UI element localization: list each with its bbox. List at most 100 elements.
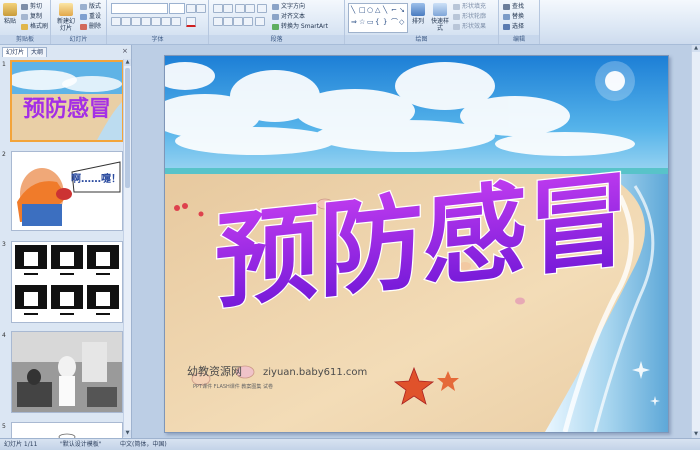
shape-option[interactable]: ↘ xyxy=(399,6,407,14)
slide-thumbnail-3[interactable] xyxy=(11,241,123,323)
cursor-icon xyxy=(503,23,510,30)
thumb2-image: 啊……嚏！ xyxy=(12,152,122,230)
slide-thumbnail-4[interactable] xyxy=(11,331,123,413)
thumb1-image: 预防感冒 xyxy=(12,62,122,140)
slide-number: 1 xyxy=(2,61,6,68)
replace-icon xyxy=(503,13,510,20)
paste-button[interactable]: 粘贴 xyxy=(2,3,18,25)
smartart-button[interactable]: 转换为 SmartArt xyxy=(272,23,328,31)
layout-icon xyxy=(80,3,87,10)
scroll-up-icon[interactable]: ▲ xyxy=(692,45,700,52)
smartart-icon xyxy=(272,23,279,30)
decrease-indent-icon[interactable] xyxy=(235,4,245,13)
close-pane-icon[interactable]: × xyxy=(122,48,128,55)
shape-option[interactable]: △ xyxy=(375,6,383,14)
replace-button[interactable]: 替换 xyxy=(503,13,524,21)
slide-thumbnail-2[interactable]: 啊……嚏！ xyxy=(11,151,123,231)
copy-button[interactable]: 复制 xyxy=(21,13,42,21)
shape-option[interactable]: ╲ xyxy=(351,6,359,14)
effects-icon xyxy=(453,23,460,30)
pen-icon xyxy=(453,13,460,20)
tab-slides[interactable]: 幻灯片 xyxy=(2,47,29,57)
shape-option[interactable]: { xyxy=(375,18,383,26)
bullets-icon[interactable] xyxy=(213,4,223,13)
align-center-icon[interactable] xyxy=(223,17,233,26)
select-button[interactable]: 选择 xyxy=(503,23,524,31)
paragraph-group: 文字方向 对齐文本 转换为 SmartArt 段落 xyxy=(209,0,345,44)
theme-name: "默认设计模板" xyxy=(60,441,102,448)
justify-icon[interactable] xyxy=(243,17,253,26)
shape-option[interactable]: □ xyxy=(359,6,367,14)
thumbnails-scrollbar[interactable]: ▲ ▼ xyxy=(123,59,131,437)
strikethrough-icon[interactable] xyxy=(141,17,151,26)
editor-scrollbar[interactable]: ▲ ▼ xyxy=(691,45,700,438)
find-button[interactable]: 查找 xyxy=(503,3,524,11)
tab-outline[interactable]: 大纲 xyxy=(27,47,48,57)
current-slide[interactable]: 预防感冒 幼教资源网 ziyuan.baby611.com PPT课件 FLAS… xyxy=(164,55,669,433)
line-spacing-icon[interactable] xyxy=(257,4,267,13)
shape-outline-button[interactable]: 形状轮廓 xyxy=(453,13,486,21)
shape-fill-button[interactable]: 形状填充 xyxy=(453,3,486,11)
shape-option[interactable]: ⇒ xyxy=(351,18,359,26)
layout-button[interactable]: 版式 xyxy=(80,3,101,11)
text-direction-button[interactable]: 文字方向 xyxy=(272,3,305,11)
reset-button[interactable]: 重设 xyxy=(80,13,101,21)
reset-icon xyxy=(80,13,87,20)
spacing-icon[interactable] xyxy=(161,17,171,26)
scroll-down-icon[interactable]: ▼ xyxy=(124,430,131,437)
editing-group: 查找 替换 选择 编辑 xyxy=(499,0,540,44)
fill-bucket-icon xyxy=(453,3,460,10)
scroll-up-icon[interactable]: ▲ xyxy=(124,59,131,66)
align-text-icon xyxy=(272,13,279,20)
delete-button[interactable]: 删除 xyxy=(80,23,101,31)
quick-styles-button[interactable]: 快速样式 xyxy=(429,3,451,32)
text-direction-icon xyxy=(272,3,279,10)
shapes-gallery[interactable]: ╲ □ ○ △ ╲ ⌐ ↘ ⇒ ☆ ▭{} ⌒ ◇ xyxy=(348,3,408,33)
font-color-icon[interactable] xyxy=(186,17,196,27)
scroll-down-icon[interactable]: ▼ xyxy=(692,431,700,438)
columns-icon[interactable] xyxy=(255,17,265,26)
font-size-combo[interactable] xyxy=(169,3,185,14)
slide-number: 2 xyxy=(2,151,6,158)
numbering-icon[interactable] xyxy=(223,4,233,13)
arrange-icon xyxy=(411,3,425,16)
format-painter-button[interactable]: 格式刷 xyxy=(21,23,48,31)
bold-icon[interactable] xyxy=(111,17,121,26)
cut-button[interactable]: 剪切 xyxy=(21,3,42,11)
font-name-combo[interactable] xyxy=(111,3,168,14)
shape-option[interactable]: ◇ xyxy=(399,18,407,26)
align-text-button[interactable]: 对齐文本 xyxy=(272,13,305,21)
shape-option[interactable]: ╲ xyxy=(383,6,391,14)
shape-option[interactable]: ○ xyxy=(367,6,375,14)
font-group: 字体 xyxy=(107,0,209,44)
slide-editor: 预防感冒 幼教资源网 ziyuan.baby611.com PPT课件 FLAS… xyxy=(132,45,700,438)
slide-thumbnail-1[interactable]: 预防感冒 xyxy=(10,60,124,142)
shape-option[interactable]: ⌐ xyxy=(391,6,399,14)
case-icon[interactable] xyxy=(171,17,181,26)
shape-option[interactable]: ▭ xyxy=(367,18,375,26)
language-indicator[interactable]: 中文(简体，中国) xyxy=(120,439,167,450)
increase-indent-icon[interactable] xyxy=(245,4,255,13)
shadow-icon[interactable] xyxy=(151,17,161,26)
scroll-thumb[interactable] xyxy=(125,68,130,188)
clipboard-label: 剪贴板 xyxy=(0,35,50,44)
drawing-group: ╲ □ ○ △ ╲ ⌐ ↘ ⇒ ☆ ▭{} ⌒ ◇ 排列 快速样式 形状填充 形状轮廓 形状效果 绘图 xyxy=(345,0,499,44)
arrange-button[interactable]: 排列 xyxy=(410,3,426,25)
quick-styles-icon xyxy=(433,3,447,16)
thumb2-text: 啊……嚏！ xyxy=(71,172,121,185)
underline-icon[interactable] xyxy=(131,17,141,26)
clipboard-group: 粘贴 剪切 复制 格式刷 剪贴板 xyxy=(0,0,51,44)
shape-option[interactable]: ☆ xyxy=(359,18,367,26)
italic-icon[interactable] xyxy=(121,17,131,26)
align-right-icon[interactable] xyxy=(233,17,243,26)
slide-thumbnail-5[interactable] xyxy=(11,422,123,439)
editing-label: 编辑 xyxy=(499,35,539,44)
align-left-icon[interactable] xyxy=(213,17,223,26)
new-slide-button[interactable]: 新建幻灯片 xyxy=(55,3,77,32)
shrink-font-icon[interactable] xyxy=(196,4,206,13)
shape-option[interactable]: } xyxy=(383,18,391,26)
grow-font-icon[interactable] xyxy=(186,4,196,13)
shape-option[interactable]: ⌒ xyxy=(391,18,399,26)
shape-effects-button[interactable]: 形状效果 xyxy=(453,23,486,31)
thumb1-title: 预防感冒 xyxy=(23,96,111,122)
